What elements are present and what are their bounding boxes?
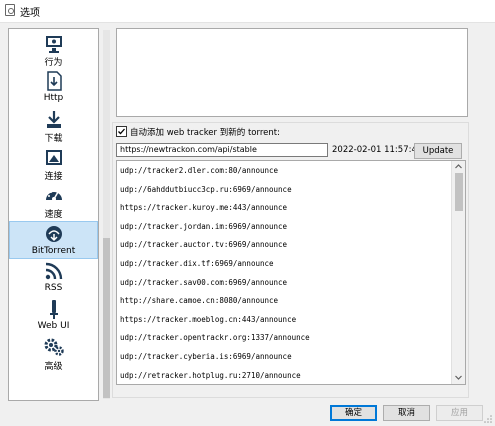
sidebar-item-label: 连接 xyxy=(44,172,63,182)
sidebar-item-downloads[interactable]: 下载 xyxy=(9,107,98,145)
tracker-list-scroll-thumb[interactable] xyxy=(455,173,463,211)
sidebar-item-speed[interactable]: 速度 xyxy=(9,183,98,221)
update-button[interactable]: Update xyxy=(414,143,462,159)
resize-grip-icon[interactable] xyxy=(484,415,492,423)
tracker-list-item[interactable]: udp://tracker2.dler.com:80/announce xyxy=(120,166,278,175)
advanced-gears-icon xyxy=(44,338,64,356)
sidebar-item-label: BitTorrent xyxy=(31,246,76,256)
behavior-icon xyxy=(45,36,62,53)
auto-add-trackers-checkbox[interactable] xyxy=(116,126,127,137)
scroll-up-icon[interactable] xyxy=(455,163,462,170)
http-download-icon xyxy=(46,71,62,91)
sidebar-item-label: 行为 xyxy=(44,58,63,68)
bittorrent-icon xyxy=(45,226,62,242)
sidebar-item-web-ui[interactable]: Web UI xyxy=(9,297,98,335)
sidebar-item-advanced[interactable]: 高级 xyxy=(9,335,98,373)
speed-gauge-icon xyxy=(45,189,62,201)
tracker-list-item[interactable]: udp://tracker.sav00.com:6969/announce xyxy=(120,278,287,287)
download-icon xyxy=(46,111,61,128)
tracker-list-item[interactable]: https://tracker.moeblog.cn:443/announce xyxy=(120,315,296,324)
scrollbar-thumb[interactable] xyxy=(103,238,110,398)
sidebar-item-behavior[interactable]: 行为 xyxy=(9,31,98,69)
last-update-timestamp: 2022-02-01 11:57:47 xyxy=(332,145,423,155)
sidebar-item-label: RSS xyxy=(44,283,63,293)
content-scrollbar[interactable] xyxy=(101,28,112,401)
tracker-list-item[interactable]: http://share.camoe.cn:8080/announce xyxy=(120,296,278,305)
tracker-list-item[interactable]: udp://tracker.dix.tf:6969/announce xyxy=(120,259,274,268)
tracker-list[interactable]: udp://tracker2.dler.com:80/announce udp:… xyxy=(116,160,466,385)
sidebar-item-rss[interactable]: RSS xyxy=(9,259,98,297)
tracker-list-item[interactable]: udp://6ahddutbiucc3cp.ru:6969/announce xyxy=(120,185,292,194)
tracker-list-item[interactable]: udp://tracker.auctor.tv:6969/announce xyxy=(120,240,287,249)
sidebar-item-label: 高级 xyxy=(44,362,63,372)
sidebar-item-label: 速度 xyxy=(44,210,63,220)
check-icon xyxy=(118,128,125,135)
web-ui-icon xyxy=(49,300,58,319)
sidebar: 行为 Http 下载 连接 速度 BitTorrent RSS Web UI 高… xyxy=(8,28,99,401)
sidebar-item-label: Http xyxy=(43,93,64,103)
tracker-list-item[interactable]: udp://tracker.jordan.im:6969/announce xyxy=(120,222,287,231)
connection-icon xyxy=(45,150,62,165)
auto-add-trackers-label: 自动添加 web tracker 到新的 torrent: xyxy=(130,128,280,138)
ok-button[interactable]: 确定 xyxy=(330,405,377,421)
tracker-list-item[interactable]: https://tracker.kuroy.me:443/announce xyxy=(120,203,287,212)
scroll-down-icon[interactable] xyxy=(455,374,462,381)
sidebar-item-http[interactable]: Http xyxy=(9,69,98,107)
sidebar-item-connection[interactable]: 连接 xyxy=(9,145,98,183)
tracker-url-input[interactable]: https://newtrackon.com/api/stable xyxy=(116,143,328,157)
tracker-list-item[interactable]: udp://tracker.cyberia.is:6969/announce xyxy=(120,352,292,361)
title-bar: 选项 xyxy=(0,0,495,23)
sidebar-item-bittorrent[interactable]: BitTorrent xyxy=(9,221,98,259)
tracker-list-item[interactable]: udp://retracker.hotplug.ru:2710/announce xyxy=(120,371,301,380)
upper-text-panel[interactable] xyxy=(116,28,468,117)
apply-button[interactable]: 应用 xyxy=(436,405,483,421)
sidebar-item-label: Web UI xyxy=(37,321,70,331)
tracker-list-item[interactable]: udp://tracker.opentrackr.org:1337/announ… xyxy=(120,333,310,342)
tracker-list-scrollbar[interactable] xyxy=(451,161,465,384)
app-icon xyxy=(5,4,15,16)
window-title: 选项 xyxy=(20,8,40,19)
cancel-button[interactable]: 取消 xyxy=(383,405,430,421)
sidebar-item-label: 下载 xyxy=(44,134,63,144)
rss-icon xyxy=(45,262,62,280)
